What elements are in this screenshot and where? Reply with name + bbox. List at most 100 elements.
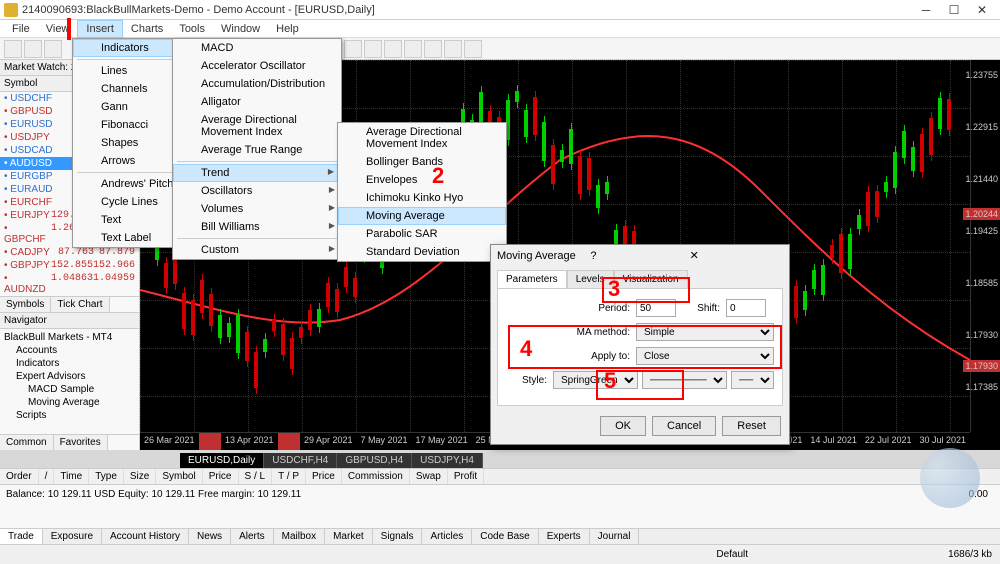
dialog-help-button[interactable]: ? xyxy=(584,250,683,262)
menu-window[interactable]: Window xyxy=(213,21,268,37)
dialog-close-button[interactable]: ✕ xyxy=(684,249,783,262)
menu-tools[interactable]: Tools xyxy=(171,21,213,37)
price-label: 1.22915 xyxy=(965,122,1000,132)
apply-label: Apply to: xyxy=(506,351,636,362)
style-label: Style: xyxy=(506,375,553,386)
maximize-button[interactable]: ☐ xyxy=(940,1,968,19)
mi-moving-average[interactable]: Moving Average xyxy=(338,207,506,225)
window-title: 2140090693:BlackBullMarkets-Demo - Demo … xyxy=(22,4,912,16)
terminal-panel: Order/TimeTypeSizeSymbolPriceS / LT / PP… xyxy=(0,468,1000,528)
mi-trend[interactable]: Trend xyxy=(173,164,341,182)
app-icon xyxy=(4,3,18,17)
reset-button[interactable]: Reset xyxy=(722,416,781,436)
mi-volumes[interactable]: Volumes xyxy=(173,200,341,218)
style-line-select[interactable]: ──────── xyxy=(642,371,727,389)
mi-macd[interactable]: MACD xyxy=(173,39,341,57)
toolbar-zoom-out-icon[interactable] xyxy=(364,40,382,58)
terminal-tab[interactable]: Account History xyxy=(102,529,189,544)
nav-scripts[interactable]: Scripts xyxy=(4,409,135,422)
toolbar-button[interactable] xyxy=(4,40,22,58)
shift-input[interactable] xyxy=(726,299,766,317)
toolbar-button[interactable] xyxy=(424,40,442,58)
nav-indicators[interactable]: Indicators xyxy=(4,357,135,370)
tab-visualization[interactable]: Visualization xyxy=(614,270,688,288)
order-col: Time xyxy=(54,469,89,484)
toolbar-button[interactable] xyxy=(444,40,462,58)
time-label: 30 Jul 2021 xyxy=(915,433,970,450)
terminal-tab[interactable]: Experts xyxy=(539,529,590,544)
time-label: 7 May 2021 xyxy=(357,433,412,450)
terminal-tab[interactable]: Journal xyxy=(590,529,640,544)
close-button[interactable]: ✕ xyxy=(968,1,996,19)
ok-button[interactable]: OK xyxy=(600,416,646,436)
method-label: MA method: xyxy=(506,327,636,338)
nav-macd-sample[interactable]: MACD Sample xyxy=(4,383,135,396)
terminal-tab[interactable]: News xyxy=(189,529,231,544)
terminal-tab[interactable]: Alerts xyxy=(231,529,274,544)
tab-tick-chart[interactable]: Tick Chart xyxy=(51,297,109,312)
terminal-tab[interactable]: Exposure xyxy=(43,529,102,544)
order-col: Type xyxy=(89,469,124,484)
style-width-select[interactable]: ── xyxy=(731,371,774,389)
mi-adx[interactable]: Average Directional Movement Index xyxy=(173,111,341,141)
toolbar-button[interactable] xyxy=(24,40,42,58)
price-label: 1.19425 xyxy=(965,226,1000,236)
price-label: 1.17385 xyxy=(965,382,1000,392)
style-color-select[interactable]: SpringGreen xyxy=(553,371,638,389)
toolbar-zoom-in-icon[interactable] xyxy=(344,40,362,58)
time-label: 26 Mar 2021 xyxy=(140,433,199,450)
mi-adx2[interactable]: Average Directional Movement Index xyxy=(338,123,506,153)
titlebar: 2140090693:BlackBullMarkets-Demo - Demo … xyxy=(0,0,1000,20)
menu-insert[interactable]: Insert xyxy=(77,20,123,38)
terminal-tab[interactable]: Signals xyxy=(373,529,423,544)
menu-view[interactable]: View xyxy=(38,21,78,37)
tab-symbols[interactable]: Symbols xyxy=(0,297,51,312)
mi-stddev[interactable]: Standard Deviation xyxy=(338,243,506,261)
chart-tab-usdchf[interactable]: USDCHF,H4 xyxy=(264,453,337,468)
chart-tab-eurusd[interactable]: EURUSD,Daily xyxy=(180,453,264,468)
tab-levels[interactable]: Levels xyxy=(567,270,614,288)
method-select[interactable]: Simple xyxy=(636,323,774,341)
tab-common[interactable]: Common xyxy=(0,435,54,450)
tab-favorites[interactable]: Favorites xyxy=(54,435,108,450)
mi-alligator[interactable]: Alligator xyxy=(173,93,341,111)
time-label xyxy=(278,433,300,450)
apply-select[interactable]: Close xyxy=(636,347,774,365)
toolbar-button[interactable] xyxy=(404,40,422,58)
toolbar-button[interactable] xyxy=(464,40,482,58)
period-input[interactable] xyxy=(636,299,676,317)
minimize-button[interactable]: ─ xyxy=(912,1,940,19)
mi-atr[interactable]: Average True Range xyxy=(173,141,341,159)
mi-accel[interactable]: Accelerator Oscillator xyxy=(173,57,341,75)
toolbar-button[interactable] xyxy=(44,40,62,58)
mi-oscillators[interactable]: Oscillators xyxy=(173,182,341,200)
menu-charts[interactable]: Charts xyxy=(123,21,171,37)
menu-file[interactable]: File xyxy=(4,21,38,37)
mi-bill-williams[interactable]: Bill Williams xyxy=(173,218,341,236)
market-watch-row[interactable]: • AUDNZD1.048631.04959 xyxy=(0,272,139,296)
nav-expert-advisors[interactable]: Expert Advisors xyxy=(4,370,135,383)
tab-parameters[interactable]: Parameters xyxy=(497,270,567,288)
chart-tab-usdjpy[interactable]: USDJPY,H4 xyxy=(412,453,483,468)
cancel-button[interactable]: Cancel xyxy=(652,416,716,436)
price-label: 1.17930 xyxy=(965,330,1000,340)
terminal-tab[interactable]: Trade xyxy=(0,529,43,544)
nav-moving-average[interactable]: Moving Average xyxy=(4,396,135,409)
terminal-tab[interactable]: Articles xyxy=(422,529,472,544)
market-watch-row[interactable]: • GBPJPY152.855152.966 xyxy=(0,259,139,272)
time-label: 17 May 2021 xyxy=(412,433,472,450)
mi-ad[interactable]: Accumulation/Distribution xyxy=(173,75,341,93)
menu-help[interactable]: Help xyxy=(268,21,307,37)
mi-psar[interactable]: Parabolic SAR xyxy=(338,225,506,243)
terminal-tab[interactable]: Market xyxy=(325,529,373,544)
chart-tab-gbpusd[interactable]: GBPUSD,H4 xyxy=(337,453,412,468)
mi-envelopes[interactable]: Envelopes xyxy=(338,171,506,189)
toolbar-button[interactable] xyxy=(384,40,402,58)
nav-accounts[interactable]: Accounts xyxy=(4,344,135,357)
mi-custom[interactable]: Custom xyxy=(173,241,341,259)
terminal-tab[interactable]: Code Base xyxy=(472,529,538,544)
mi-bollinger[interactable]: Bollinger Bands xyxy=(338,153,506,171)
mi-ichimoku[interactable]: Ichimoku Kinko Hyo xyxy=(338,189,506,207)
nav-root[interactable]: BlackBull Markets - MT4 xyxy=(4,331,135,344)
terminal-tab[interactable]: Mailbox xyxy=(274,529,325,544)
